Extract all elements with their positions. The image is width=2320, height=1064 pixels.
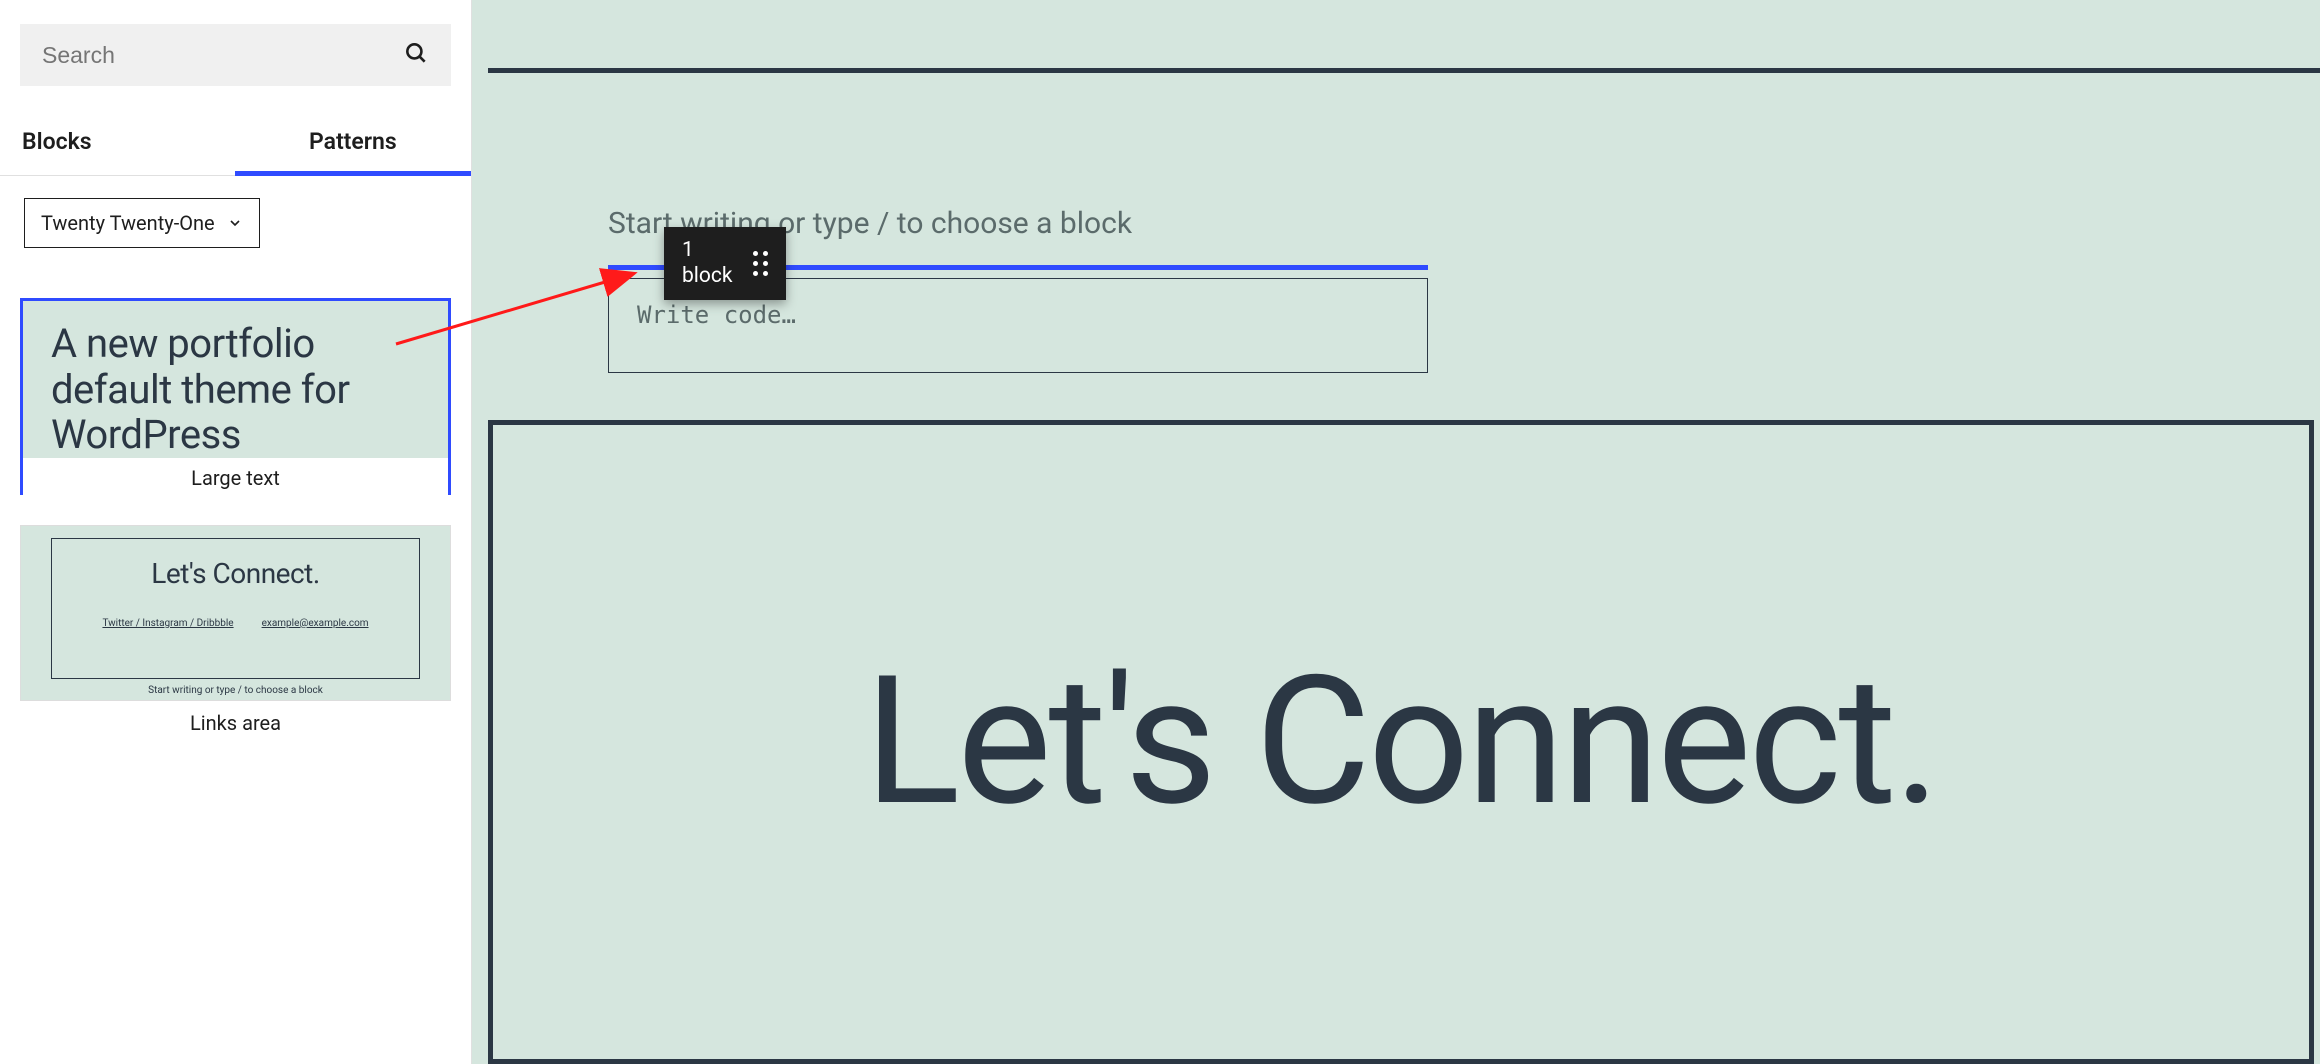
pattern-links-box: Let's Connect. Twitter / Instagram / Dri… xyxy=(51,538,420,679)
tab-blocks[interactable]: Blocks xyxy=(0,110,235,175)
inserter-tabs: Blocks Patterns xyxy=(0,110,471,176)
pattern-link-left: Twitter / Instagram / Dribbble xyxy=(102,618,233,629)
pattern-category-label: Twenty Twenty-One xyxy=(41,211,215,235)
block-area: Start writing or type / to choose a bloc… xyxy=(608,206,1432,373)
pattern-links-area[interactable]: Let's Connect. Twitter / Instagram / Dri… xyxy=(20,525,451,735)
links-area-pattern-instance[interactable]: Let's Connect. xyxy=(488,420,2314,1064)
drag-chip[interactable]: 1 block xyxy=(664,227,786,300)
pattern-preview: A new portfolio default theme for WordPr… xyxy=(20,298,451,495)
links-area-heading: Let's Connect. xyxy=(864,638,1937,846)
pattern-preview: Let's Connect. Twitter / Instagram / Dri… xyxy=(20,525,451,701)
drag-chip-line2: block xyxy=(682,263,733,289)
search-icon xyxy=(403,40,429,70)
pattern-links-title: Let's Connect. xyxy=(151,557,319,590)
search-input[interactable] xyxy=(42,42,313,69)
drag-chip-line1: 1 xyxy=(682,237,733,263)
patterns-list: A new portfolio default theme for WordPr… xyxy=(0,248,471,765)
pattern-links-placeholder: Start writing or type / to choose a bloc… xyxy=(51,685,420,696)
pattern-category-select[interactable]: Twenty Twenty-One xyxy=(24,198,260,248)
tab-patterns[interactable]: Patterns xyxy=(235,110,471,175)
pattern-large-text[interactable]: A new portfolio default theme for WordPr… xyxy=(20,298,451,495)
pattern-category-row: Twenty Twenty-One xyxy=(0,176,471,248)
inserter-sidebar: Blocks Patterns Twenty Twenty-One A new … xyxy=(0,0,472,1064)
pattern-link-right: example@example.com xyxy=(262,618,369,629)
search-box[interactable] xyxy=(20,24,451,86)
search-wrap xyxy=(0,0,471,96)
pattern-preview-text: A new portfolio default theme for WordPr… xyxy=(23,301,448,458)
drag-handle-icon xyxy=(753,251,768,276)
drag-chip-count: 1 block xyxy=(682,237,733,290)
pattern-label: Links area xyxy=(20,711,451,735)
chevron-down-icon xyxy=(227,215,243,231)
editor-canvas[interactable]: Start writing or type / to choose a bloc… xyxy=(472,0,2320,1064)
drop-indicator: 1 block xyxy=(608,265,1428,270)
pattern-links-row: Twitter / Instagram / Dribbble example@e… xyxy=(102,618,368,629)
pattern-preview-label: Large text xyxy=(23,458,448,500)
separator-block[interactable] xyxy=(488,68,2320,73)
